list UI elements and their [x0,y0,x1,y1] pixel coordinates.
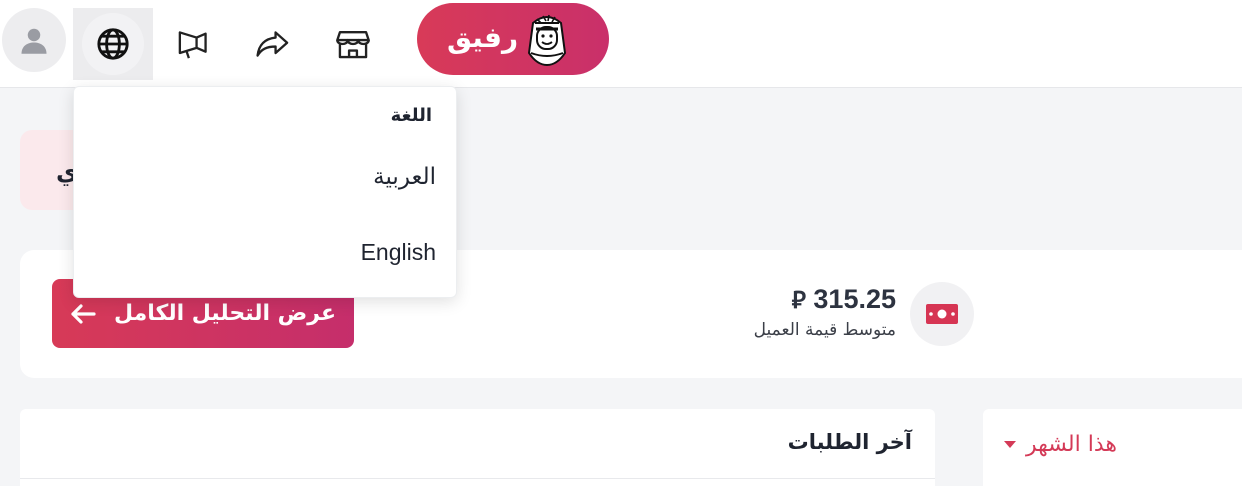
full-analysis-label: عرض التحليل الكامل [114,301,336,326]
amount-value: 315.25 [813,284,896,314]
announcements-button[interactable] [154,8,234,80]
language-option-label: العربية [373,164,436,190]
customer-value-label: متوسط قيمة العميل [753,320,896,340]
arrow-left-icon [70,303,96,325]
latest-orders-title: آخر الطلبات [787,430,912,454]
money-icon-badge [910,282,974,346]
store-button[interactable] [313,8,393,80]
language-menu-title: اللغة [390,105,432,126]
language-menu: اللغة العربية English [73,86,457,298]
currency-symbol: ⃁ [791,287,806,314]
share-button[interactable] [233,8,313,80]
megaphone-icon [176,27,212,61]
language-option-arabic[interactable]: العربية [72,147,456,207]
brand-logo[interactable]: رفيق [417,3,609,75]
globe-icon [96,27,130,61]
period-dropdown[interactable]: هذا الشهر [1004,428,1134,460]
language-option-english[interactable]: English [72,222,456,282]
divider [20,478,935,479]
user-icon [19,25,49,55]
caret-down-icon [1004,440,1016,448]
user-avatar[interactable] [2,8,66,72]
mascot-icon [517,9,577,69]
language-button[interactable] [73,8,153,80]
period-selected: هذا الشهر [1026,431,1117,457]
language-option-label: English [360,238,436,265]
customer-value-amount: ⃁ 315.25 [770,284,896,315]
store-icon [336,28,370,60]
brand-name: رفيق [447,21,519,54]
money-icon [925,302,959,326]
share-icon [255,28,291,60]
